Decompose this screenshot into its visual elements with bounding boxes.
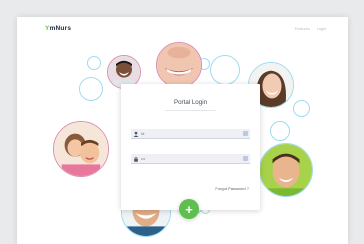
login-card: Portal Login Id ••• Forgot Password ? +: [121, 84, 260, 219]
decor-bubble: [270, 121, 290, 141]
portrait-smile-top-center: [156, 42, 202, 88]
autofill-key-icon: [243, 131, 248, 136]
lock-icon: [134, 156, 138, 162]
password-field[interactable]: •••: [131, 154, 250, 164]
username-value: Id: [141, 131, 145, 136]
username-field[interactable]: Id: [131, 129, 250, 139]
forgot-password-link[interactable]: Forgot Password ?: [215, 186, 249, 191]
user-icon: [133, 131, 139, 137]
submit-button[interactable]: +: [179, 199, 199, 219]
title-divider: [165, 110, 216, 111]
portrait-kids-left: [53, 121, 109, 177]
top-nav: Features Login: [295, 27, 326, 31]
decor-bubble: [210, 55, 240, 85]
brand-logo-text: mNurs: [49, 25, 72, 32]
portrait-man-right: [259, 143, 313, 197]
plus-icon: +: [185, 201, 193, 217]
decor-bubble: [293, 100, 310, 117]
portal-page: YmNurs Features Login Portal Login Id ••…: [17, 17, 348, 244]
brand-logo[interactable]: YmNurs: [45, 25, 71, 32]
autofill-key-icon: [243, 156, 248, 161]
password-value: •••: [141, 156, 146, 161]
login-title: Portal Login: [173, 99, 208, 106]
decor-bubble: [87, 56, 101, 70]
nav-link-login[interactable]: Login: [317, 27, 326, 31]
decor-bubble: [79, 77, 103, 101]
nav-link-features[interactable]: Features: [295, 27, 310, 31]
